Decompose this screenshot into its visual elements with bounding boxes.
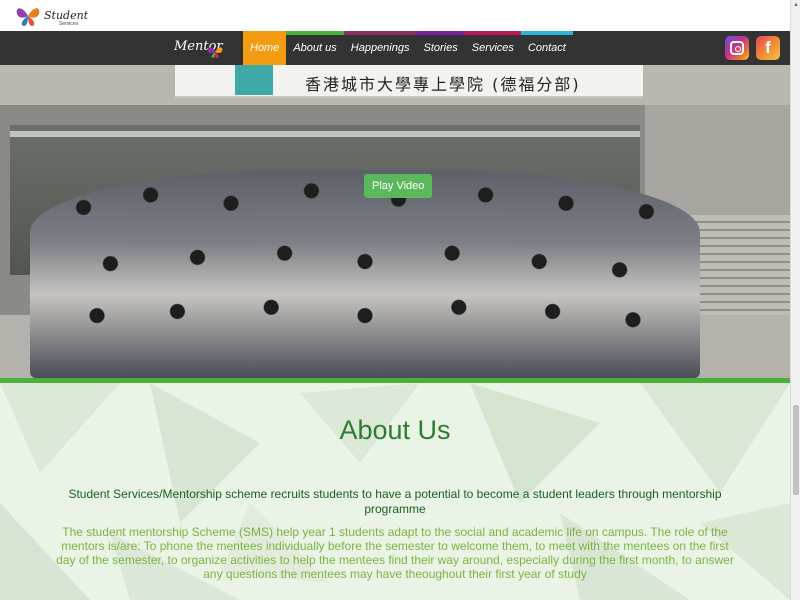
about-subtitle: Student Services/Mentorship scheme recru… (68, 487, 722, 516)
nav-color-strip (343, 31, 417, 35)
facebook-glyph: f (765, 38, 771, 57)
building-sign: 香港城市大學專上學院 (德福分部) (175, 65, 643, 98)
building-sign-text: 香港城市大學專上學院 (德福分部) (305, 75, 581, 94)
nav-item-label: Happenings (350, 42, 410, 54)
butterfly-icon (207, 47, 223, 58)
scroll-up-arrow-icon[interactable]: ▲ (791, 0, 800, 10)
nav-item-label: About us (293, 42, 337, 54)
instagram-icon[interactable] (725, 36, 749, 60)
nav-color-strip (243, 31, 287, 35)
about-title: About Us (339, 415, 451, 445)
scroll-thumb[interactable] (793, 405, 799, 495)
top-logo-bar: Student Services (0, 0, 790, 31)
nav-color-strip (416, 31, 465, 35)
nav-item-happenings[interactable]: Happenings (343, 31, 417, 65)
nav-item-home[interactable]: Home (243, 31, 287, 65)
building-ledge (10, 131, 640, 137)
nav-item-contact[interactable]: Contact (520, 31, 573, 65)
nav-item-label: Services (471, 42, 514, 54)
nav-item-services[interactable]: Services (464, 31, 521, 65)
about-section: About Us Student Services/Mentorship sch… (0, 383, 790, 600)
main-navigation: Mentor Home About us Happenings Stories … (0, 31, 790, 65)
mentor-logo[interactable]: Mentor (170, 35, 232, 63)
instagram-camera-glyph (730, 41, 744, 55)
hero-banner: 香港城市大學專上學院 (德福分部) Play Video (0, 65, 790, 378)
sign-logo-mark (235, 65, 273, 95)
nav-color-strip (286, 31, 344, 35)
group-photo-students (30, 170, 700, 378)
student-services-logo[interactable]: Student Services (14, 3, 88, 29)
nav-color-strip (464, 31, 521, 35)
play-video-button[interactable]: Play Video (364, 174, 433, 198)
page-scrollbar[interactable]: ▲ (790, 0, 800, 600)
nav-color-strip (520, 31, 573, 35)
nav-menu: Home About us Happenings Stories Service… (243, 31, 573, 65)
nav-item-about-us[interactable]: About us (286, 31, 344, 65)
nav-item-label: Stories (423, 42, 458, 54)
facebook-icon[interactable]: f (756, 36, 780, 60)
nav-item-label: Home (250, 42, 280, 54)
nav-item-label: Contact (527, 42, 566, 54)
nav-item-stories[interactable]: Stories (416, 31, 465, 65)
logo-subtext: Services (59, 21, 79, 27)
butterfly-icon (16, 8, 40, 26)
about-body-text: The student mentorship Scheme (SMS) help… (56, 525, 734, 581)
